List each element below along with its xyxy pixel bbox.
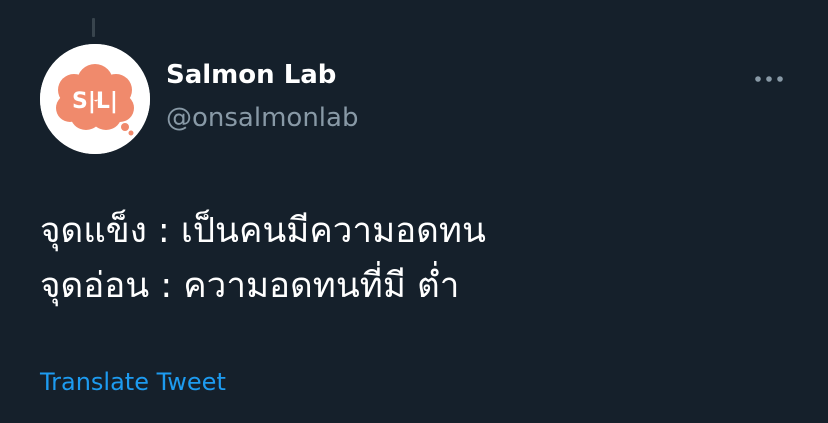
translate-tweet-link[interactable]: Translate Tweet [40, 368, 226, 396]
more-options-button[interactable] [752, 68, 786, 90]
more-horizontal-icon [755, 76, 783, 82]
author-handle[interactable]: @onsalmonlab [166, 103, 358, 133]
tweet-text-line-strength: จุดแข็ง : เป็นคนมีความอดทน [40, 211, 486, 251]
author-display-name[interactable]: Salmon Lab [166, 60, 336, 90]
avatar-logo-text: S|L| [72, 89, 118, 114]
thread-connector-line [92, 18, 95, 37]
avatar[interactable]: S|L| [40, 44, 150, 154]
tweet-text: จุดแข็ง : เป็นคนมีความอดทน จุดอ่อน : ควา… [40, 204, 800, 314]
tweet-text-line-weakness: จุดอ่อน : ความอดทนที่มี ต่ำ [40, 266, 460, 306]
salmon-lab-logo: S|L| [40, 44, 150, 154]
